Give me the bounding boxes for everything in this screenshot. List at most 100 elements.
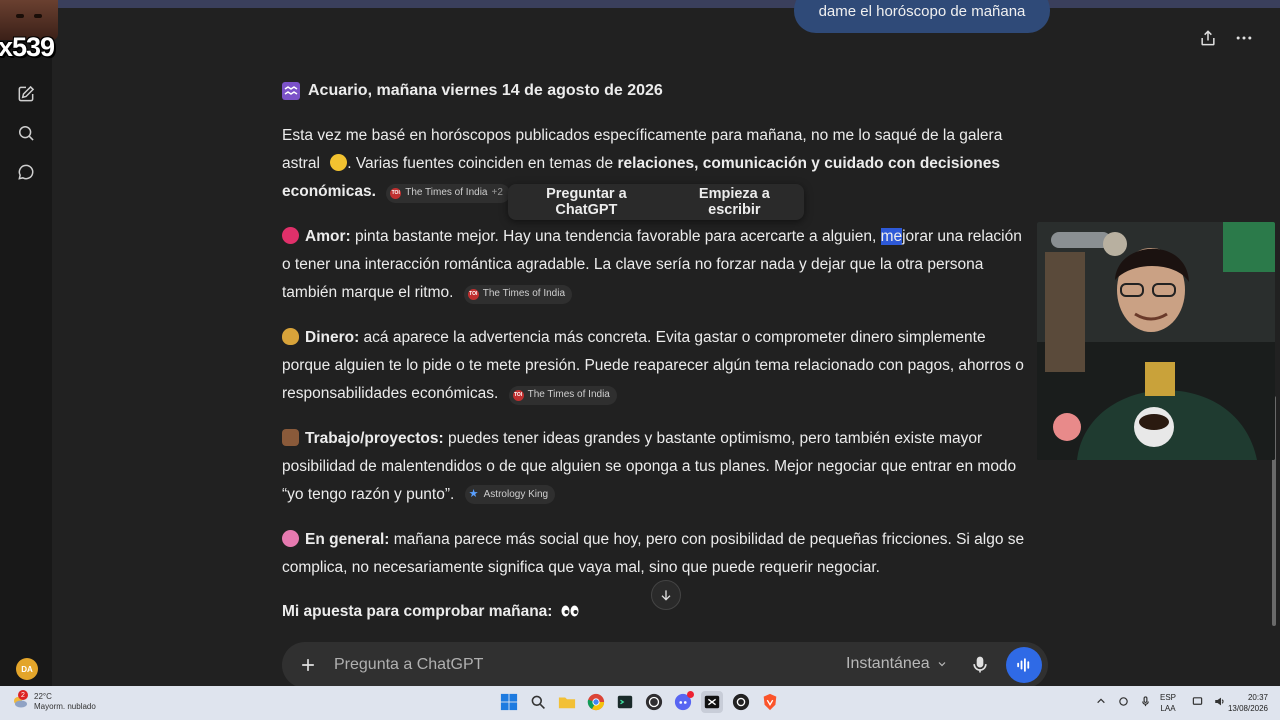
amor-label: Amor:: [305, 228, 351, 245]
heading-text: Acuario, mañana viernes 14 de agosto de …: [308, 82, 663, 99]
search-icon[interactable]: [14, 121, 38, 145]
clock-date: 13/08/2026: [1227, 704, 1268, 713]
dinero-text-a: acá aparece la advertencia más concreta.…: [359, 329, 986, 346]
more-options-icon[interactable]: [1232, 26, 1256, 50]
dinero-line-2: porque alguien te lo pide o te mete pres…: [282, 357, 1024, 374]
terminal-app-icon[interactable]: [614, 691, 636, 713]
user-message-bubble: dame el horóscopo de mañana: [794, 0, 1050, 33]
source-label: The Times of India: [405, 187, 488, 198]
laughing-emoji-icon: [330, 154, 348, 171]
ask-chatgpt-button[interactable]: Preguntar a ChatGPT: [508, 184, 665, 220]
intro-bold-topics: relaciones, comunicación y cuidado con d…: [617, 155, 1000, 172]
intro-bold-economicas: económicas.: [282, 183, 376, 200]
toi-logo-icon: TOI: [512, 389, 524, 401]
sidebar-rail: DA: [0, 8, 52, 686]
general-text-a: mañana parece más social que hoy, pero c…: [389, 531, 1025, 548]
intro-astral: astral: [282, 155, 320, 172]
webcam-overlay: [1037, 222, 1275, 460]
system-tray-right: [1190, 694, 1226, 708]
arrow-down-icon: [661, 590, 671, 601]
dinero-line-1: Dinero: acá aparece la advertencia más c…: [282, 324, 1052, 352]
source-chip[interactable]: TOI The Times of India +2: [386, 183, 510, 203]
share-icon[interactable]: [1196, 26, 1220, 50]
sync-icon[interactable]: [1116, 694, 1130, 708]
aquarius-icon: [282, 82, 300, 100]
general-line-1: En general: mañana parece más social que…: [282, 526, 1052, 554]
source-chip[interactable]: ★ Astrology King: [464, 485, 556, 504]
composer: Instantánea: [282, 642, 1048, 688]
amor-paragraph: Amor: pinta bastante mejor. Hay una tend…: [282, 223, 1052, 307]
weather-widget[interactable]: 2 22°C Mayorm. nublado: [12, 690, 96, 712]
user-avatar[interactable]: DA: [16, 658, 38, 680]
brave-icon[interactable]: [759, 691, 781, 713]
trabajo-text-a: puedes tener ideas grandes y bastante op…: [443, 430, 983, 447]
general-label: En general:: [305, 531, 390, 548]
trabajo-line-3: “yo tengo razón y punto”. ★ Astrology Kin…: [282, 481, 1052, 509]
source-chip[interactable]: TOI The Times of India: [463, 284, 573, 304]
toi-logo-icon: TOI: [467, 288, 479, 300]
voice-mode-button[interactable]: [1006, 647, 1042, 683]
amor-text-b: jorar una relación: [902, 228, 1022, 245]
browser-top-strip: [0, 0, 1280, 8]
amor-text-a: pinta bastante mejor. Hay una tendencia …: [350, 228, 881, 245]
chrome-icon[interactable]: [585, 691, 607, 713]
microphone-icon[interactable]: [968, 653, 992, 677]
amor-line-2: o tener una interacción romántica agrada…: [282, 256, 984, 273]
discord-icon[interactable]: [672, 691, 694, 713]
intro-fuentes: . Varias fuentes coinciden en temas de: [347, 155, 614, 172]
clock-time: 20:37: [1247, 693, 1268, 702]
dinero-paragraph: Dinero: acá aparece la advertencia más c…: [282, 324, 1052, 408]
attach-plus-icon[interactable]: [296, 653, 320, 677]
model-label: Instantánea: [846, 655, 930, 672]
wifi-icon[interactable]: [1190, 694, 1204, 708]
weather-badge: 2: [18, 690, 28, 700]
file-explorer-icon[interactable]: [556, 691, 578, 713]
prompt-input[interactable]: [334, 654, 754, 676]
language-indicator[interactable]: ESP LAA: [1160, 692, 1176, 714]
general-paragraph: En general: mañana parece más social que…: [282, 526, 1052, 582]
source-label: The Times of India: [482, 288, 566, 299]
source-chip[interactable]: TOI The Times of India: [508, 385, 617, 405]
windows-start-icon[interactable]: [498, 691, 520, 713]
taskbar-search-icon[interactable]: [527, 691, 549, 713]
heart-icon: [282, 227, 299, 244]
selection-popup-menu: Preguntar a ChatGPT Empieza a escribir: [508, 184, 804, 220]
chevron-up-icon[interactable]: [1094, 694, 1108, 708]
capcut-icon[interactable]: [701, 691, 723, 713]
briefcase-icon: [282, 429, 299, 446]
clock[interactable]: 20:37 13/08/2026: [1224, 692, 1268, 714]
model-selector[interactable]: Instantánea: [846, 655, 948, 673]
trabajo-text-c: “yo tengo razón y punto”.: [282, 486, 455, 503]
dinero-line-3: responsabilidades económicas. TOI The Tim…: [282, 380, 1052, 408]
star-icon: ★: [468, 488, 479, 500]
trabajo-paragraph: Trabajo/proyectos: puedes tener ideas gr…: [282, 425, 1052, 509]
mic-tray-icon[interactable]: [1138, 694, 1152, 708]
lang-code: ESP: [1160, 693, 1177, 702]
amor-line-3: también marque el ritmo. TOI The Times of…: [282, 279, 1052, 307]
trabajo-label: Trabajo/proyectos:: [305, 430, 444, 447]
scroll-down-button[interactable]: [651, 580, 681, 610]
intro-line-2: astral . Varias fuentes coinciden en tem…: [282, 150, 1052, 178]
taskbar-apps: [498, 691, 781, 713]
money-bag-icon: [282, 328, 299, 345]
amor-line-1: Amor: pinta bastante mejor. Hay una tend…: [282, 223, 1052, 251]
eyes-emoji-icon: [561, 599, 579, 617]
overlay-counter: x539: [0, 32, 55, 62]
dinero-label: Dinero:: [305, 329, 360, 346]
apuesta-label: Mi apuesta para comprobar mañana:: [282, 603, 553, 620]
new-chat-icon[interactable]: [14, 82, 38, 106]
horoscope-heading: Acuario, mañana viernes 14 de agosto de …: [282, 78, 663, 104]
trabajo-line-2: posibilidad de malentendidos o de que al…: [282, 458, 1017, 475]
system-tray: [1094, 694, 1152, 708]
chat-bubble-icon[interactable]: [14, 160, 38, 184]
brain-icon: [282, 530, 299, 547]
github-icon[interactable]: [730, 691, 752, 713]
cloud-icon: 2: [12, 690, 28, 710]
source-label: The Times of India: [527, 389, 610, 400]
start-writing-button[interactable]: Empieza a escribir: [665, 184, 804, 220]
general-line-2: complica, no necesariamente significa qu…: [282, 559, 880, 576]
weather-temp: 22°C: [34, 692, 52, 701]
obs-icon[interactable]: [643, 691, 665, 713]
windows-taskbar: 2 22°C Mayorm. nublado ESP LAA 20:37 13/…: [0, 686, 1280, 720]
source-extra: +2: [491, 187, 503, 198]
